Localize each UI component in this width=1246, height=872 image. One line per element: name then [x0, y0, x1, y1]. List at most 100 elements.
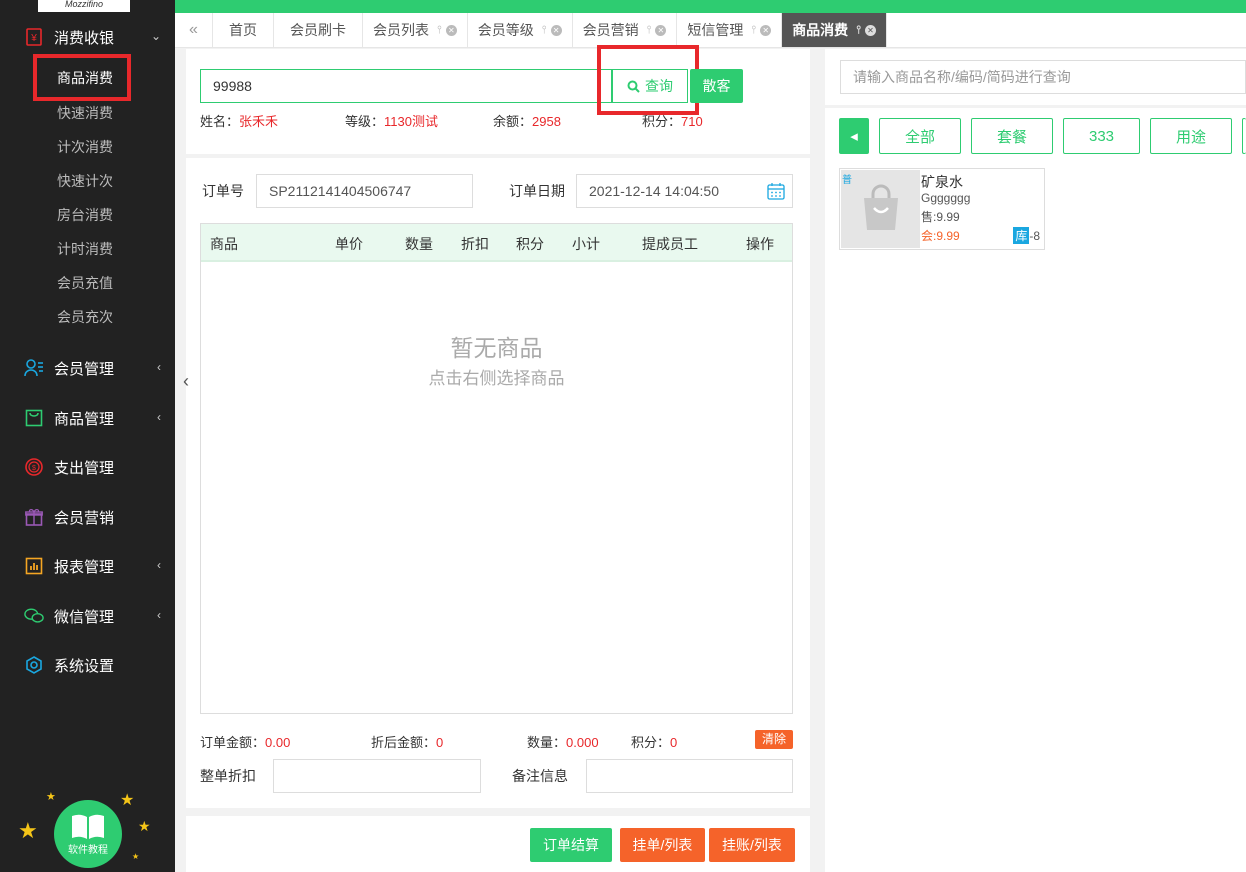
book-icon — [72, 814, 104, 839]
tab-sms[interactable]: 短信管理 ⫯ ✕ — [677, 13, 783, 47]
tab-member-card[interactable]: 会员刷卡 — [274, 13, 363, 47]
tab-label: 会员刷卡 — [290, 22, 346, 38]
menu-marketing[interactable]: 会员营销 — [0, 500, 175, 534]
category-all[interactable]: 全部 — [879, 118, 961, 154]
category-next-partial[interactable] — [1242, 118, 1246, 154]
pin-icon[interactable]: ⫯ — [751, 24, 756, 37]
sidebar-item-count-consume[interactable]: 计次消费 — [57, 137, 113, 157]
col-points: 积分 — [516, 236, 544, 252]
product-stock: 库 -8 — [1013, 227, 1040, 244]
tab-label: 会员等级 — [477, 22, 534, 38]
settle-button[interactable]: 订单结算 — [530, 828, 612, 862]
menu-consume[interactable]: ¥ 消费收银 ⌄ — [0, 20, 175, 54]
menu-consume-label: 消费收银 — [54, 29, 115, 47]
close-icon[interactable]: ✕ — [760, 24, 772, 36]
menu-settings[interactable]: 系统设置 — [0, 648, 175, 682]
member-balance: 余额：2958 — [493, 111, 561, 130]
col-discount: 折扣 — [461, 236, 489, 252]
menu-expense-label: 支出管理 — [54, 459, 115, 477]
product-name: 矿泉水 — [921, 174, 963, 190]
product-search-input[interactable]: 请输入商品名称/编码/简码进行查询 — [840, 60, 1246, 94]
product-code: Ggggggg — [921, 191, 971, 205]
chevron-left-icon[interactable]: ‹ — [178, 368, 194, 394]
tab-label: 会员列表 — [373, 22, 429, 38]
total-points-label: 积分： — [631, 735, 671, 750]
col-goods: 商品 — [210, 236, 238, 252]
tab-home[interactable]: 首页 — [213, 13, 274, 47]
member-search-input[interactable]: 99988 — [200, 69, 612, 103]
pin-icon[interactable]: ⫯ — [856, 24, 861, 37]
highlight-box — [597, 45, 699, 115]
menu-report[interactable]: 报表管理 ‹ — [0, 549, 175, 583]
chevron-left-icon: ‹ — [157, 608, 161, 622]
tab-member-list[interactable]: 会员列表 ⫯ ✕ — [363, 13, 468, 47]
gift-icon — [24, 507, 44, 527]
category-333[interactable]: 333 — [1063, 118, 1140, 154]
total-qty: 数量：0.000 — [527, 732, 599, 751]
member-points-label: 积分： — [642, 114, 682, 129]
star-icon: ★ — [132, 852, 140, 861]
order-no-label: 订单号 — [202, 183, 244, 199]
pin-icon[interactable]: ⫯ — [542, 24, 547, 37]
product-sale-price: 售:9.99 — [921, 210, 960, 224]
category-package[interactable]: 套餐 — [971, 118, 1053, 154]
category-prev-button[interactable]: ◂ — [839, 118, 869, 154]
order-no-field[interactable]: SP2112141404506747 — [256, 174, 473, 208]
menu-member[interactable]: 会员管理 ‹ — [0, 351, 175, 385]
tab-goods-consume[interactable]: 商品消费 ⫯ ✕ — [782, 13, 887, 47]
sidebar-item-quick-consume[interactable]: 快速消费 — [57, 103, 113, 123]
menu-marketing-label: 会员营销 — [54, 509, 115, 527]
empty-title: 暂无商品 — [450, 335, 543, 361]
sidebar-item-room-consume[interactable]: 房台消费 — [57, 205, 113, 225]
close-icon[interactable]: ✕ — [445, 24, 457, 36]
table-header: 商品 单价 数量 折扣 积分 小计 提成员工 操作 — [201, 224, 792, 262]
sidebar-item-time-consume[interactable]: 计时消费 — [57, 239, 113, 259]
col-staff: 提成员工 — [642, 236, 698, 252]
shopping-bag-icon — [864, 184, 898, 230]
discounted-amount-value: 0 — [436, 735, 444, 750]
total-qty-label: 数量： — [527, 735, 567, 750]
sidebar-item-recharge[interactable]: 会员充值 — [57, 273, 113, 293]
order-date-field[interactable]: 2021-12-14 14:04:50 — [576, 174, 793, 208]
pin-icon[interactable]: ⫯ — [437, 24, 442, 37]
member-balance-label: 余额： — [493, 114, 533, 129]
total-qty-value: 0.000 — [566, 735, 599, 750]
sidebar-item-recharge-count[interactable]: 会员充次 — [57, 307, 113, 327]
sidebar-item-quick-count[interactable]: 快速计次 — [57, 171, 113, 191]
expense-icon: $ — [24, 457, 44, 477]
product-card[interactable]: 普 矿泉水 Ggggggg 售:9.99 会:9.99 库 -8 — [839, 168, 1045, 250]
close-icon[interactable]: ✕ — [655, 24, 667, 36]
member-points: 积分：710 — [642, 111, 703, 130]
menu-wechat[interactable]: 微信管理 ‹ — [0, 599, 175, 633]
tab-member-marketing[interactable]: 会员营销 ⫯ ✕ — [573, 13, 678, 47]
tab-member-level[interactable]: 会员等级 ⫯ ✕ — [468, 13, 573, 47]
menu-expense[interactable]: $ 支出管理 — [0, 450, 175, 484]
order-date-value: 2021-12-14 14:04:50 — [589, 183, 719, 199]
category-usage[interactable]: 用途 — [1150, 118, 1232, 154]
chevron-down-icon: ⌄ — [150, 29, 161, 43]
discount-input[interactable] — [273, 759, 481, 793]
order-date-label: 订单日期 — [509, 183, 565, 199]
remark-label: 备注信息 — [512, 768, 568, 784]
guest-button[interactable]: 散客 — [690, 69, 743, 103]
menu-member-label: 会员管理 — [54, 360, 115, 378]
close-icon[interactable]: ✕ — [550, 24, 562, 36]
tab-scroll-left-icon[interactable]: « — [175, 13, 213, 47]
member-icon — [24, 358, 44, 378]
empty-hint: 点击右侧选择商品 — [428, 369, 565, 388]
tab-label: 商品消费 — [792, 22, 849, 38]
member-name: 姓名：张禾禾 — [200, 111, 278, 130]
tab-bar: « 首页 会员刷卡 会员列表 ⫯ ✕ 会员等级 ⫯ ✕ 会员营销 ⫯ ✕ 短信管理 ⫯ ✕ 商品… — [175, 13, 1246, 48]
tutorial-button[interactable]: 软件教程 — [54, 800, 122, 868]
hang-order-button[interactable]: 挂单/列表 — [620, 828, 705, 862]
close-icon[interactable]: ✕ — [864, 24, 876, 36]
remark-input[interactable] — [586, 759, 793, 793]
pin-icon[interactable]: ⫯ — [647, 24, 652, 37]
report-icon — [24, 556, 44, 576]
clear-button[interactable]: 清除 — [755, 730, 793, 749]
menu-goods[interactable]: 商品管理 ‹ — [0, 401, 175, 435]
sidebar: Mozzifino ¥ 消费收银 ⌄ 商品消费 快速消费 计次消费 快速计次 房… — [0, 0, 175, 872]
member-name-label: 姓名： — [200, 114, 240, 129]
credit-order-button[interactable]: 挂账/列表 — [709, 828, 795, 862]
calendar-icon[interactable] — [767, 183, 785, 200]
